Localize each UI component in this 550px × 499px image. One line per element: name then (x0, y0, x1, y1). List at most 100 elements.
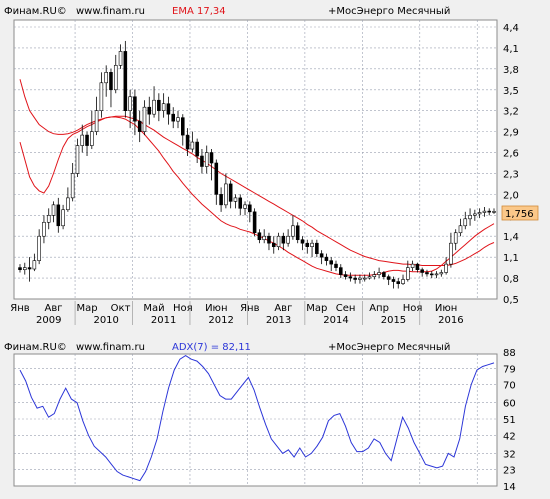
candle-body (94, 110, 99, 132)
candle-body (32, 260, 37, 270)
candle-body (257, 232, 262, 241)
candle-body (224, 183, 228, 206)
candle-body (152, 99, 156, 115)
candle-body (315, 242, 319, 254)
candle-body (181, 117, 185, 136)
candle-body (410, 263, 415, 268)
candle-body (27, 267, 32, 270)
candle-body (37, 235, 41, 261)
adx-y-tick: 51 (503, 415, 516, 426)
price-y-tick: 4,4 (503, 23, 519, 34)
candle-body (70, 173, 75, 199)
candle-body (420, 269, 424, 273)
candle-body (353, 277, 357, 280)
x-month-label: Янв (10, 303, 29, 314)
price-y-axis: 4,44,13,83,53,22,92,62,32,01,71,41,10,80… (503, 23, 519, 306)
candle-body (214, 162, 219, 195)
candle-body (425, 272, 429, 275)
candle-body (171, 113, 175, 122)
candle-body (300, 239, 305, 244)
ema-label: EMA 17,34 (172, 6, 226, 17)
candle-body (386, 276, 391, 280)
adx-y-axis: 88 79 70 60 51 42 32 23 14 (503, 348, 516, 493)
x-year-label: 2016 (438, 315, 463, 326)
candle-body (90, 131, 94, 146)
adx-label: ADX(7) = 82,11 (172, 342, 251, 353)
candle-body (80, 134, 85, 146)
candle-body (161, 103, 166, 111)
candle-body (463, 218, 468, 227)
candle-body (23, 267, 27, 271)
candle-body (267, 235, 271, 244)
x-year-label: 2009 (36, 315, 61, 326)
price-y-tick: 3,8 (503, 65, 519, 76)
x-month-label: Май (143, 303, 164, 314)
candle-body (133, 96, 137, 122)
site-label: www.finam.ru (76, 6, 145, 17)
candle-body (382, 272, 386, 277)
price-y-tick: 2,9 (503, 128, 519, 139)
candle-body (157, 99, 161, 111)
x-month-label: Окт (111, 303, 131, 314)
candle-body (329, 260, 333, 265)
candle-body (252, 211, 257, 234)
price-y-tick: 2,3 (503, 169, 519, 180)
candle-body (291, 225, 295, 237)
candle-body (142, 106, 147, 132)
x-month-labels: Янв Авг Мар Окт Май Ноя Июн Янв Авг Мар Сен Апр Ноя И… (10, 303, 457, 314)
price-y-tick: 2,6 (503, 149, 519, 160)
candle-body (209, 152, 214, 164)
candle-body (190, 141, 195, 150)
finam-label-2: Финам.RU© (4, 342, 67, 353)
adx-y-tick: 70 (503, 381, 516, 392)
candle-body (473, 213, 477, 216)
candle-body (233, 197, 238, 202)
candle-body (238, 197, 243, 209)
candle-body (449, 242, 453, 265)
x-year-label: 2012 (208, 315, 233, 326)
x-month-label: Апр (369, 303, 389, 314)
adx-y-tick: 14 (503, 482, 516, 493)
candle-body (339, 267, 343, 275)
candle-body (219, 194, 223, 206)
candle-body (137, 120, 142, 132)
candle-body (204, 152, 209, 167)
candle-body (487, 210, 491, 213)
candle-body (401, 279, 405, 284)
top-header: Финам.RU© www.finam.ru EMA 17,34 +МосЭне… (4, 6, 450, 17)
x-month-label: Сен (336, 303, 356, 314)
candle-body (334, 263, 338, 268)
candle-body (104, 72, 108, 84)
candle-body (295, 225, 300, 241)
x-month-label: Ноя (403, 303, 423, 314)
candle-body (243, 204, 247, 209)
candle-body (185, 134, 190, 150)
adx-y-tick: 23 (503, 466, 516, 477)
candle-body (66, 197, 70, 211)
x-year-label: 2014 (323, 315, 348, 326)
price-y-tick: 1,4 (503, 232, 519, 243)
candle-body (248, 204, 252, 213)
candle-body (113, 65, 118, 91)
price-y-tick: 4,1 (503, 44, 519, 55)
candle-body (18, 267, 22, 271)
candle-body (319, 253, 324, 258)
candle-body (377, 272, 381, 275)
candle-body (51, 204, 56, 216)
x-month-label: Июн (205, 303, 227, 314)
candle-body (147, 106, 152, 115)
candle-body (367, 276, 372, 279)
candle-body (468, 215, 472, 220)
candle-body (415, 263, 420, 271)
candle-body (85, 134, 89, 146)
instrument-label-2: +МосЭнерго Месячный (328, 342, 450, 353)
candle-body (439, 272, 444, 275)
candle-body (305, 242, 310, 247)
candle-body (434, 273, 439, 276)
candle-body (458, 225, 463, 234)
candle-body (324, 256, 329, 261)
candle-body (281, 235, 286, 244)
candle-body (118, 51, 123, 66)
candle-body (195, 141, 199, 157)
candle-body (46, 215, 51, 223)
